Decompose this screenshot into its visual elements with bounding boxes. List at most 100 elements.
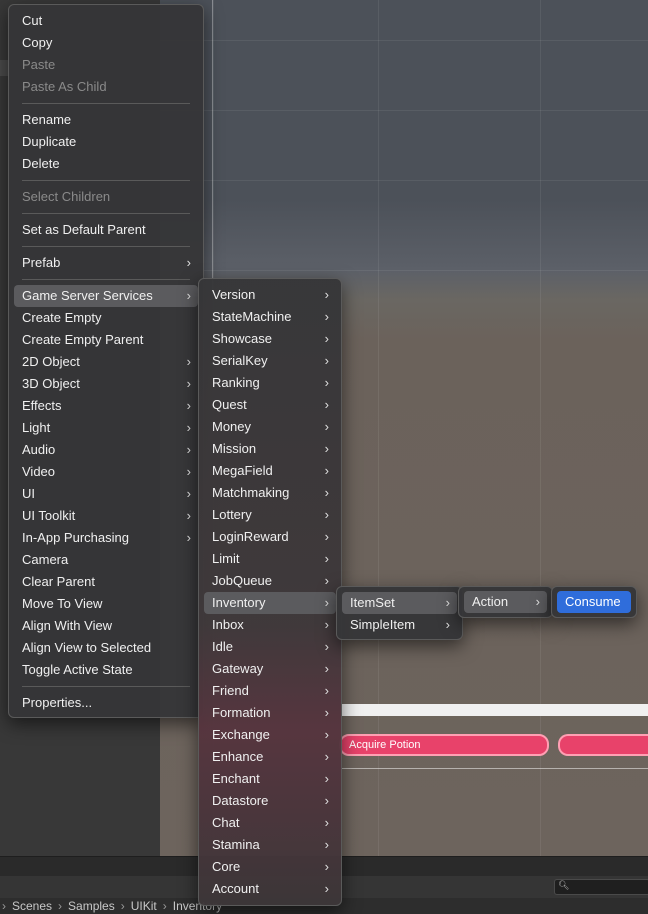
menu-item-effects[interactable]: Effects › xyxy=(9,395,203,417)
menu-item-video[interactable]: Video › xyxy=(9,461,203,483)
menu-item-label: SerialKey xyxy=(212,353,268,368)
menu-item-exchange[interactable]: Exchange › xyxy=(199,724,341,746)
acquire-potion-button[interactable]: Acquire Potion xyxy=(339,734,549,756)
menu-item-chat[interactable]: Chat › xyxy=(199,812,341,834)
menu-item-showcase[interactable]: Showcase › xyxy=(199,328,341,350)
menu-item-datastore[interactable]: Datastore › xyxy=(199,790,341,812)
menu-item-duplicate[interactable]: Duplicate xyxy=(9,131,203,153)
action-submenu: Consume xyxy=(551,586,637,618)
menu-item-formation[interactable]: Formation › xyxy=(199,702,341,724)
chevron-right-icon: › xyxy=(186,376,191,391)
menu-item-prefab[interactable]: Prefab › xyxy=(9,252,203,274)
menu-item-3d-object[interactable]: 3D Object › xyxy=(9,373,203,395)
breadcrumb-item[interactable]: Samples xyxy=(68,898,115,914)
breadcrumb-item[interactable]: Scenes xyxy=(12,898,52,914)
menu-item-ui-toolkit[interactable]: UI Toolkit › xyxy=(9,505,203,527)
menu-item-label: Mission xyxy=(212,441,257,456)
menu-item-simpleitem[interactable]: SimpleItem › xyxy=(337,614,462,636)
breadcrumb-item[interactable]: UIKit xyxy=(131,898,157,914)
chevron-right-icon: › xyxy=(186,508,191,523)
chevron-right-icon: › xyxy=(324,529,329,544)
menu-item-camera[interactable]: Camera xyxy=(9,549,203,571)
menu-item-label: Account xyxy=(212,881,259,896)
menu-item-mission[interactable]: Mission › xyxy=(199,438,341,460)
menu-item-account[interactable]: Account › xyxy=(199,878,341,900)
menu-item-enchant[interactable]: Enchant › xyxy=(199,768,341,790)
menu-item-itemset[interactable]: ItemSet › xyxy=(342,592,457,614)
menu-item-create-empty-parent[interactable]: Create Empty Parent xyxy=(9,329,203,351)
menu-item-light[interactable]: Light › xyxy=(9,417,203,439)
menu-item-align-with-view[interactable]: Align With View xyxy=(9,615,203,637)
menu-item-inventory[interactable]: Inventory › xyxy=(204,592,336,614)
menu-item-limit[interactable]: Limit › xyxy=(199,548,341,570)
menu-item-quest[interactable]: Quest › xyxy=(199,394,341,416)
menu-item-statemachine[interactable]: StateMachine › xyxy=(199,306,341,328)
menu-item-friend[interactable]: Friend › xyxy=(199,680,341,702)
grid-line xyxy=(160,40,648,41)
chevron-right-icon: › xyxy=(186,398,191,413)
menu-item-set-as-default-parent[interactable]: Set as Default Parent xyxy=(9,219,203,241)
chevron-right-icon: › xyxy=(186,486,191,501)
search-input[interactable]: 🔍︎ xyxy=(554,879,648,895)
chevron-right-icon: › xyxy=(324,551,329,566)
menu-item-properties[interactable]: Properties... xyxy=(9,692,203,714)
chevron-right-icon: › xyxy=(186,354,191,369)
menu-item-align-view-to-selected[interactable]: Align View to Selected xyxy=(9,637,203,659)
menu-item-label: MegaField xyxy=(212,463,273,478)
guide-line xyxy=(341,768,648,769)
menu-item-in-app-purchasing[interactable]: In-App Purchasing › xyxy=(9,527,203,549)
menu-item-clear-parent[interactable]: Clear Parent xyxy=(9,571,203,593)
panel-strip xyxy=(0,60,8,76)
menu-item-loginreward[interactable]: LoginReward › xyxy=(199,526,341,548)
menu-item-label: Stamina xyxy=(212,837,260,852)
inventory-submenu: ItemSet › SimpleItem › xyxy=(336,586,463,640)
menu-item-label: Align With View xyxy=(22,618,113,633)
menu-item-money[interactable]: Money › xyxy=(199,416,341,438)
grid-line xyxy=(540,0,541,856)
menu-item-copy[interactable]: Copy xyxy=(9,32,203,54)
menu-item-action[interactable]: Action › xyxy=(464,591,547,613)
menu-item-create-empty[interactable]: Create Empty xyxy=(9,307,203,329)
menu-item-paste-as-child: Paste As Child xyxy=(9,76,203,98)
menu-item-game-server-services[interactable]: Game Server Services › xyxy=(14,285,198,307)
menu-item-idle[interactable]: Idle › xyxy=(199,636,341,658)
chevron-right-icon: › xyxy=(324,661,329,676)
menu-item-ui[interactable]: UI › xyxy=(9,483,203,505)
menu-item-delete[interactable]: Delete xyxy=(9,153,203,175)
menu-item-audio[interactable]: Audio › xyxy=(9,439,203,461)
menu-item-lottery[interactable]: Lottery › xyxy=(199,504,341,526)
menu-item-inbox[interactable]: Inbox › xyxy=(199,614,341,636)
menu-item-label: Inbox xyxy=(212,617,244,632)
menu-item-label: Audio xyxy=(22,442,56,457)
menu-item-jobqueue[interactable]: JobQueue › xyxy=(199,570,341,592)
menu-item-2d-object[interactable]: 2D Object › xyxy=(9,351,203,373)
menu-item-version[interactable]: Version › xyxy=(199,284,341,306)
menu-item-serialkey[interactable]: SerialKey › xyxy=(199,350,341,372)
menu-item-stamina[interactable]: Stamina › xyxy=(199,834,341,856)
menu-item-label: Effects xyxy=(22,398,62,413)
menu-item-ranking[interactable]: Ranking › xyxy=(199,372,341,394)
chevron-right-icon: › xyxy=(324,639,329,654)
menu-item-move-to-view[interactable]: Move To View xyxy=(9,593,203,615)
menu-item-label: Gateway xyxy=(212,661,264,676)
menu-item-label: Align View to Selected xyxy=(22,640,152,655)
menu-item-matchmaking[interactable]: Matchmaking › xyxy=(199,482,341,504)
chevron-right-icon: › xyxy=(162,899,167,913)
menu-item-megafield[interactable]: MegaField › xyxy=(199,460,341,482)
menu-item-cut[interactable]: Cut xyxy=(9,10,203,32)
menu-item-consume[interactable]: Consume xyxy=(557,591,631,613)
chevron-right-icon: › xyxy=(186,530,191,545)
potion-button-2[interactable] xyxy=(558,734,648,756)
menu-item-label: Core xyxy=(212,859,241,874)
chevron-right-icon: › xyxy=(324,375,329,390)
menu-item-label: Paste As Child xyxy=(22,79,107,94)
ui-panel-strip xyxy=(341,704,648,716)
menu-item-label: ItemSet xyxy=(350,595,395,610)
menu-item-rename[interactable]: Rename xyxy=(9,109,203,131)
menu-item-enhance[interactable]: Enhance › xyxy=(199,746,341,768)
menu-item-core[interactable]: Core › xyxy=(199,856,341,878)
menu-item-label: Showcase xyxy=(212,331,272,346)
menu-item-gateway[interactable]: Gateway › xyxy=(199,658,341,680)
menu-item-toggle-active-state[interactable]: Toggle Active State xyxy=(9,659,203,681)
chevron-right-icon: › xyxy=(324,397,329,412)
